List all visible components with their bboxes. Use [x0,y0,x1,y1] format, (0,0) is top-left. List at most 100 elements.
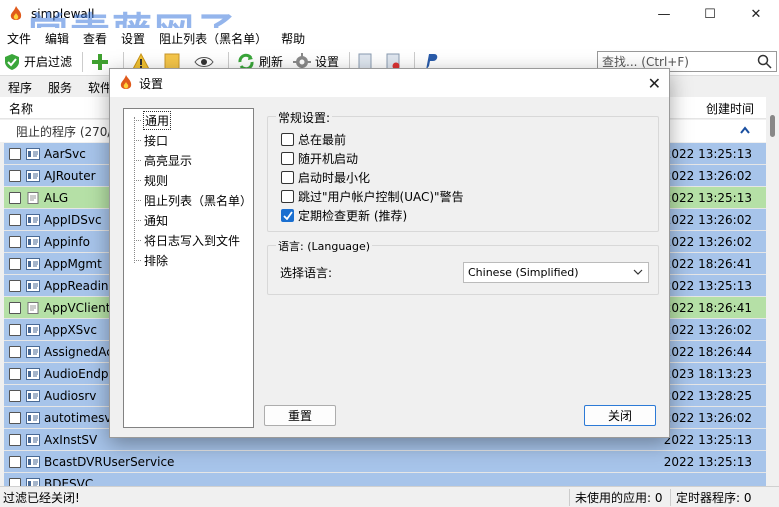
search-icon[interactable] [757,54,772,69]
service-icon [26,455,40,468]
row-created: 2022 13:26:02 [663,234,752,249]
language-group: 语言: (Language) 选择语言: Chinese (Simplified… [267,238,659,295]
row-checkbox[interactable] [9,345,21,358]
row-created: 2022 18:26:41 [663,256,752,271]
list-scrollbar[interactable] [766,97,779,484]
close-dialog-button[interactable]: 关闭 [584,405,656,426]
option-label: 定期检查更新 (推荐) [298,208,408,223]
option-label: 随开机启动 [298,151,359,166]
tree-item-general[interactable]: 通用 [134,110,172,130]
column-created[interactable]: 创建时间 [706,100,754,117]
table-row[interactable]: BcastDVRUserService 2022 13:25:13 [4,451,766,473]
row-name: AudioEndpo [44,366,116,381]
row-checkbox[interactable] [9,433,21,446]
flame-icon [120,75,132,89]
service-icon [26,257,40,270]
minimize-button[interactable]: — [641,0,687,28]
service-icon [26,169,40,182]
menu-view[interactable]: 查看 [76,30,114,47]
row-created: 2022 13:26:02 [663,168,752,183]
scrollbar-thumb[interactable] [770,115,775,137]
option-label: 启动时最小化 [298,170,371,185]
menu-blocklist[interactable]: 阻止列表（黑名单） [152,30,274,47]
row-checkbox[interactable] [9,279,21,292]
tree-item-exclusions[interactable]: 排除 [134,251,169,269]
row-checkbox[interactable] [9,411,21,424]
row-created: 2022 13:25:13 [663,190,752,205]
tree-item-blocklist[interactable]: 阻止列表（黑名单） [134,191,253,209]
row-checkbox[interactable] [9,147,21,160]
service-icon [26,433,40,446]
tree-item-label: 通知 [144,213,169,228]
option-label: 跳过"用户帐户控制(UAC)"警告 [298,189,464,204]
row-name: AarSvc [44,146,86,161]
row-created: 2022 13:25:13 [663,278,752,293]
service-icon [26,367,40,380]
option-skip-uac[interactable]: 跳过"用户帐户控制(UAC)"警告 [281,187,464,205]
row-name: AppMgmt [44,256,102,271]
reset-button[interactable]: 重置 [264,405,336,426]
row-checkbox[interactable] [9,213,21,226]
row-checkbox[interactable] [9,257,21,270]
menu-file[interactable]: 文件 [0,30,38,47]
row-name: AppVClient [44,300,111,315]
language-select[interactable]: Chinese (Simplified) [463,262,649,283]
menu-settings[interactable]: 设置 [114,30,152,47]
checkbox[interactable] [281,151,294,165]
row-checkbox[interactable] [9,367,21,380]
eye-icon [194,56,214,67]
checkbox[interactable] [281,189,294,203]
enable-filters-label: 开启过滤 [24,55,73,69]
general-settings-group: 常规设置: 总在最前 随开机启动 启动时最小化 跳过"用户帐户控制(UAC)"警… [267,109,659,232]
dialog-titlebar: 设置 ✕ [110,69,669,97]
row-checkbox[interactable] [9,389,21,402]
menu-edit[interactable]: 编辑 [38,30,76,47]
language-group-label: 语言: (Language) [276,238,373,254]
service-icon [26,235,40,248]
tab-programs[interactable]: 程序 [0,79,40,96]
option-always-on-top[interactable]: 总在最前 [281,130,346,148]
service-icon [26,213,40,226]
checkbox[interactable] [281,170,294,184]
row-checkbox[interactable] [9,191,21,204]
row-name: Appinfo [44,234,90,249]
tree-item-label: 高亮显示 [144,153,193,168]
row-name: AppXSvc [44,322,97,337]
row-checkbox[interactable] [9,169,21,182]
enable-filters-button[interactable]: 开启过滤 [0,50,76,74]
checkbox-checked[interactable] [281,208,294,222]
settings-tree: 通用 接口 高亮显示 规则 阻止列表（黑名单） 通知 将日志写入到文件 排除 [123,108,254,428]
option-autostart[interactable]: 随开机启动 [281,149,358,167]
row-name: AxInstSV [44,432,98,447]
tree-item-interface[interactable]: 接口 [134,131,169,149]
checkmark-icon [282,210,293,220]
column-name[interactable]: 名称 [9,100,33,117]
row-checkbox[interactable] [9,301,21,314]
tree-item-rules[interactable]: 规则 [134,171,169,189]
tree-item-notifications[interactable]: 通知 [134,211,169,229]
checkbox[interactable] [281,132,294,146]
menu-help[interactable]: 帮助 [274,30,312,47]
row-created: 2022 13:28:25 [663,388,752,403]
filter-status: 过滤已经关闭! [3,490,80,505]
row-checkbox[interactable] [9,235,21,248]
menubar: 文件 编辑 查看 设置 阻止列表（黑名单） 帮助 [0,28,779,48]
close-button[interactable]: ✕ [733,0,779,28]
tree-item-highlighting[interactable]: 高亮显示 [134,151,193,169]
dialog-close-icon[interactable]: ✕ [648,74,661,93]
file-icon [27,191,39,204]
option-start-minimized[interactable]: 启动时最小化 [281,168,370,186]
language-value: Chinese (Simplified) [468,266,579,279]
tree-item-logging[interactable]: 将日志写入到文件 [134,231,241,249]
row-created: 2022 18:26:41 [663,300,752,315]
row-created: 2022 13:26:02 [663,322,752,337]
group-label: 阻止的程序 (270/ [16,125,112,139]
collapse-icon[interactable] [740,126,750,134]
plus-icon [92,53,109,70]
tree-item-label: 通用 [143,110,172,130]
tab-services[interactable]: 服务 [40,79,80,96]
maximize-button[interactable]: ☐ [687,0,733,28]
option-check-updates[interactable]: 定期检查更新 (推荐) [281,206,407,224]
row-checkbox[interactable] [9,323,21,336]
row-checkbox[interactable] [9,455,21,468]
